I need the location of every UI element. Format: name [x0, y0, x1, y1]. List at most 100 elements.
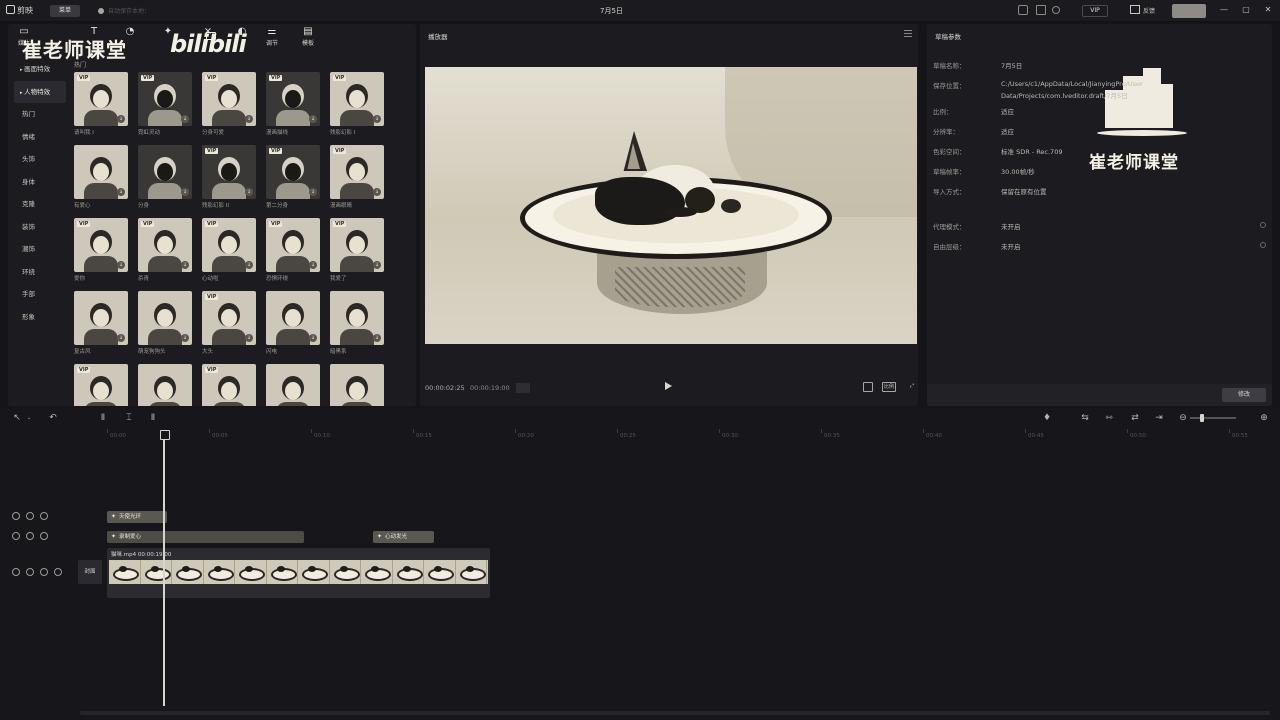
category-item[interactable]: 装饰 [14, 216, 66, 239]
effect-card[interactable]: VIP ↓ 残影幻影 II [202, 145, 256, 209]
effect-card[interactable]: VIP↓ [74, 364, 128, 406]
category-item[interactable]: 身体 [14, 171, 66, 194]
settings-icon[interactable] [1052, 6, 1060, 14]
category-item[interactable]: 手部 [14, 283, 66, 306]
download-icon[interactable]: ↓ [245, 188, 253, 196]
fullscreen-icon[interactable]: ⤢ [907, 382, 917, 392]
microphone-icon[interactable]: ♦ [1042, 413, 1052, 423]
category-item[interactable]: 环绕 [14, 261, 66, 284]
close-button[interactable]: ✕ [1262, 4, 1274, 16]
play-button[interactable] [665, 382, 672, 390]
player-menu-icon[interactable] [904, 30, 912, 37]
link-icon[interactable]: ⇆ [1078, 413, 1092, 423]
effect-clip-heart[interactable]: 录制爱心 [107, 531, 304, 543]
effect-clip-glow[interactable]: 心动发光 [373, 531, 434, 543]
effect-card[interactable]: ↓ 萌宠狗狗头 [138, 291, 192, 355]
effect-card[interactable]: ↓ [330, 364, 384, 406]
download-icon[interactable]: ↓ [309, 115, 317, 123]
snap-icon[interactable]: ⇿ [1102, 413, 1116, 423]
category-item[interactable]: 头饰 [14, 148, 66, 171]
download-icon[interactable]: ↓ [181, 115, 189, 123]
zoom-out-icon[interactable]: ⊖ [1178, 413, 1188, 423]
effect-card[interactable]: VIP↓ [202, 364, 256, 406]
download-icon[interactable]: ↓ [373, 334, 381, 342]
download-icon[interactable]: ↓ [309, 188, 317, 196]
download-icon[interactable]: ↓ [117, 188, 125, 196]
undo-icon[interactable]: ↶ [48, 413, 58, 423]
ratio-icon[interactable]: 比例 [882, 382, 896, 392]
track-lock-icon[interactable] [26, 568, 34, 576]
modify-button[interactable]: 修改 [1222, 388, 1266, 402]
zoom-slider-knob[interactable] [1200, 414, 1204, 422]
effect-clip-angel-halo[interactable]: 天使光环 [107, 511, 167, 523]
select-dropdown-icon[interactable]: ⌄ [24, 413, 34, 423]
track-lock-icon[interactable] [26, 532, 34, 540]
shortcut-icon[interactable] [1036, 5, 1046, 15]
cover-button[interactable]: 封面 [78, 560, 102, 584]
split-left-icon[interactable]: ⌶ [124, 413, 134, 423]
download-icon[interactable]: ↓ [373, 261, 381, 269]
download-icon[interactable]: ↓ [181, 261, 189, 269]
layout-icon[interactable] [1018, 5, 1028, 15]
track-audio-icon[interactable] [54, 568, 62, 576]
tool-adjust[interactable]: ⚌ 调节 [258, 26, 286, 48]
zoom-in-icon[interactable]: ⊕ [1259, 413, 1269, 423]
timeline-scrollbar[interactable] [80, 711, 1270, 715]
category-item[interactable]: 画面特效 [14, 58, 66, 81]
playhead[interactable] [160, 430, 170, 706]
track-visibility-icon[interactable] [40, 512, 48, 520]
effect-card[interactable]: VIP ↓ 第二分身 [266, 145, 320, 209]
effect-card[interactable]: VIP ↓ 大头 [202, 291, 256, 355]
track-visibility-icon[interactable] [40, 532, 48, 540]
info-icon[interactable] [1260, 222, 1266, 228]
effect-card[interactable]: ↓ 暗黑系 [330, 291, 384, 355]
split-icon[interactable]: Ⅱ [98, 413, 108, 423]
effect-card[interactable]: ↓ 闪电 [266, 291, 320, 355]
time-ruler[interactable]: 00:00 00:05 00:10 00:15 00:20 00:25 00:30 00:35… [0, 428, 1280, 444]
track-visibility-icon[interactable] [40, 568, 48, 576]
category-item[interactable]: 热门 [14, 103, 66, 126]
effect-card[interactable]: VIP ↓ 爱你 [74, 218, 128, 282]
effect-card[interactable]: VIP ↓ 霓虹灵动 [138, 72, 192, 136]
effect-card[interactable]: VIP ↓ 残影幻影 I [330, 72, 384, 136]
maximize-button[interactable]: ▢ [1240, 4, 1252, 16]
category-item[interactable]: 情绪 [14, 126, 66, 149]
timecode-toggle[interactable] [516, 383, 530, 393]
download-icon[interactable]: ↓ [309, 261, 317, 269]
export-button[interactable] [1172, 4, 1206, 18]
effect-card[interactable]: VIP ↓ 恐惧环绕 [266, 218, 320, 282]
zoom-slider[interactable] [1190, 417, 1236, 419]
download-icon[interactable]: ↓ [309, 334, 317, 342]
download-icon[interactable]: ↓ [181, 188, 189, 196]
download-icon[interactable]: ↓ [245, 334, 253, 342]
info-icon[interactable] [1260, 242, 1266, 248]
download-icon[interactable]: ↓ [245, 261, 253, 269]
category-item[interactable]: 潮饰 [14, 238, 66, 261]
tool-template[interactable]: ▤ 模板 [294, 26, 322, 48]
download-icon[interactable]: ↓ [117, 115, 125, 123]
feedback-button[interactable]: 反馈 [1130, 5, 1162, 17]
fullscreen-fit-icon[interactable] [863, 382, 873, 392]
effect-card[interactable]: VIP ↓ 漫画描线 [266, 72, 320, 136]
effect-card[interactable]: ↓ [138, 364, 192, 406]
effect-card[interactable]: ↓ 有爱心 [74, 145, 128, 209]
category-item[interactable]: 形象 [14, 306, 66, 329]
select-tool-icon[interactable]: ↖ [12, 413, 22, 423]
effect-card[interactable]: ↓ [266, 364, 320, 406]
download-icon[interactable]: ↓ [181, 334, 189, 342]
effect-card[interactable]: VIP ↓ 我爱了 [330, 218, 384, 282]
effect-card[interactable]: VIP ↓ 杀青 [138, 218, 192, 282]
category-item[interactable]: 克隆 [14, 193, 66, 216]
video-preview[interactable] [425, 67, 917, 344]
download-icon[interactable]: ↓ [373, 115, 381, 123]
split-right-icon[interactable]: Ⅱ [148, 413, 158, 423]
vip-badge[interactable]: VIP [1082, 5, 1108, 17]
download-icon[interactable]: ↓ [117, 334, 125, 342]
minimize-button[interactable]: — [1218, 4, 1230, 16]
effect-card[interactable]: VIP ↓ 分身可爱 [202, 72, 256, 136]
effect-card[interactable]: VIP ↓ 请叫我 I [74, 72, 128, 136]
download-icon[interactable]: ↓ [245, 115, 253, 123]
menu-button[interactable]: 菜单 [50, 5, 80, 17]
effect-card[interactable]: VIP ↓ 漫画眼睛 [330, 145, 384, 209]
download-icon[interactable]: ↓ [117, 261, 125, 269]
